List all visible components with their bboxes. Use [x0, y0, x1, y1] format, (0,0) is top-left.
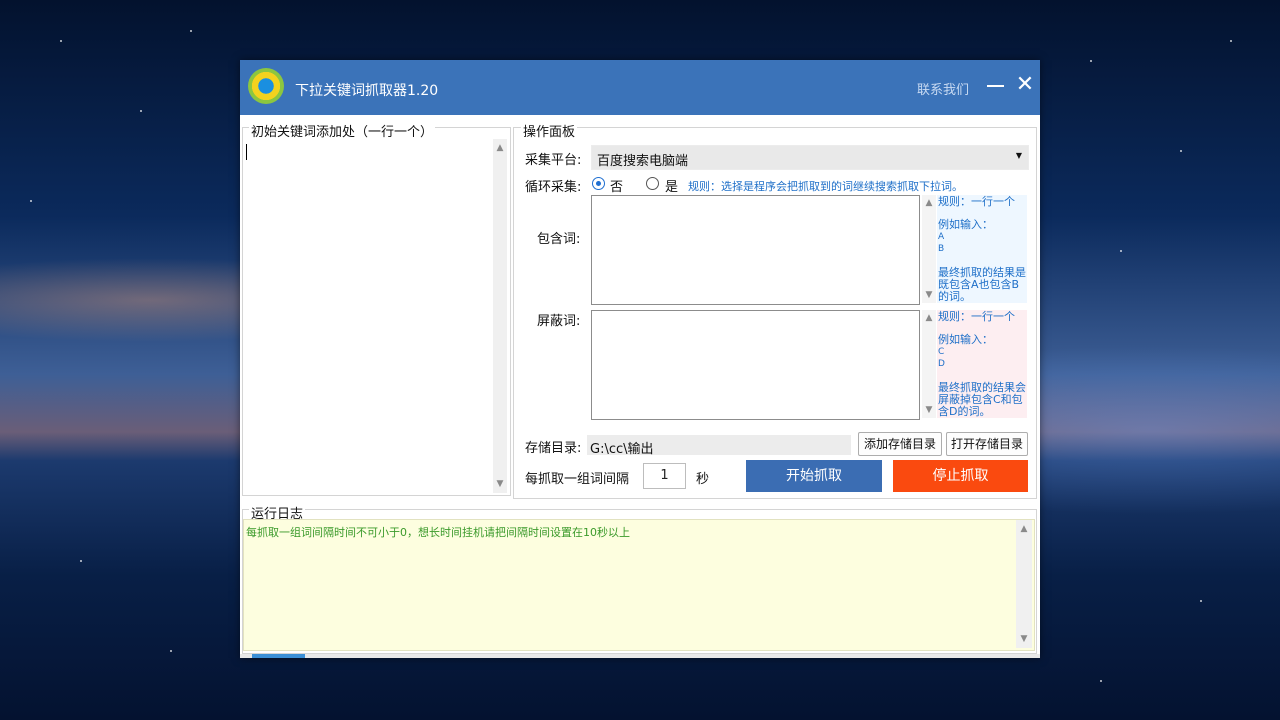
exclude-hint-rule: 规则：一行一个: [938, 310, 1015, 323]
close-icon: ✕: [1015, 72, 1035, 97]
status-strip: [240, 654, 1040, 658]
platform-select[interactable]: 百度搜索电脑端 ▼: [591, 145, 1029, 170]
scroll-down-icon[interactable]: ▼: [923, 405, 935, 415]
chevron-down-icon: ▼: [1015, 151, 1022, 160]
initial-keywords-input[interactable]: [244, 141, 499, 493]
scroll-up-icon[interactable]: ▲: [1018, 524, 1030, 534]
app-logo-icon: [248, 68, 284, 104]
exclude-hint-example-d: D: [938, 359, 945, 369]
exclude-hint-example-title: 例如输入：: [938, 333, 993, 346]
loop-no-label[interactable]: 否: [610, 176, 623, 195]
scroll-up-icon[interactable]: ▲: [923, 313, 935, 323]
log-line: 每抓取一组词间隔时间不可小于0，想长时间挂机请把间隔时间设置在10秒以上: [246, 526, 630, 539]
exclude-hint: 规则：一行一个 例如输入： C D 最终抓取的结果会屏蔽掉包含C和包含D的词。: [938, 311, 1026, 418]
platform-selected-value: 百度搜索电脑端: [597, 154, 689, 169]
include-hint-result: 最终抓取的结果是既包含A也包含B的词。: [938, 266, 1026, 303]
include-words-input[interactable]: [591, 195, 920, 305]
include-hint-example-b: B: [938, 244, 945, 254]
start-button[interactable]: 开始抓取: [746, 460, 882, 492]
window-title: 下拉关键词抓取器1.20: [295, 83, 439, 99]
loop-yes-radio[interactable]: [646, 177, 659, 190]
loop-rule-text: 规则：选择是程序会把抓取到的词继续搜索抓取下拉词。: [688, 180, 963, 193]
minimize-button[interactable]: [986, 74, 1006, 98]
star: [140, 110, 142, 112]
exclude-scrollbar[interactable]: ▲ ▼: [922, 310, 936, 418]
scroll-down-icon[interactable]: ▼: [923, 290, 935, 300]
log-scrollbar[interactable]: ▲ ▼: [1016, 520, 1032, 648]
storage-path-value: G:\cc\输出: [590, 442, 654, 457]
include-hint-rule: 规则：一行一个: [938, 195, 1015, 208]
scroll-down-icon[interactable]: ▼: [494, 479, 506, 489]
log-output: 每抓取一组词间隔时间不可小于0，想长时间挂机请把间隔时间设置在10秒以上 ▲ ▼: [243, 519, 1035, 651]
star: [170, 650, 172, 652]
include-label: 包含词:: [537, 232, 581, 247]
keyword-panel-title: 初始关键词添加处（一行一个）: [249, 121, 436, 140]
exclude-hint-example-c: C: [938, 347, 945, 357]
exclude-hint-result: 最终抓取的结果会屏蔽掉包含C和包含D的词。: [938, 381, 1026, 418]
keywords-scrollbar[interactable]: ▲ ▼: [493, 139, 507, 493]
close-button[interactable]: ✕: [1014, 73, 1036, 97]
star: [1100, 680, 1102, 682]
loop-no-radio[interactable]: [592, 177, 605, 190]
interval-label: 每抓取一组词间隔: [525, 472, 630, 487]
star: [1230, 40, 1232, 42]
app-window: 下拉关键词抓取器1.20 联系我们 ✕ 初始关键词添加处（一行一个） ▲ ▼ 操…: [240, 60, 1040, 658]
include-hint-example-a: A: [938, 232, 945, 242]
loop-yes-label[interactable]: 是: [665, 176, 678, 195]
storage-path-field: G:\cc\输出: [587, 435, 851, 457]
star: [190, 30, 192, 32]
interval-unit: 秒: [696, 472, 710, 487]
star: [30, 200, 32, 202]
star: [1200, 600, 1202, 602]
star: [60, 40, 62, 42]
star: [1090, 60, 1092, 62]
include-scrollbar[interactable]: ▲ ▼: [922, 195, 936, 303]
scroll-down-icon[interactable]: ▼: [1018, 634, 1030, 644]
operation-panel-title: 操作面板: [521, 121, 578, 140]
scroll-up-icon[interactable]: ▲: [923, 198, 935, 208]
star: [80, 560, 82, 562]
loop-label: 循环采集:: [525, 180, 582, 195]
exclude-words-input[interactable]: [591, 310, 920, 420]
include-hint-example-title: 例如输入：: [938, 218, 993, 231]
add-storage-dir-button[interactable]: 添加存储目录: [858, 432, 942, 456]
contact-us-link[interactable]: 联系我们: [917, 79, 969, 98]
text-caret: [246, 144, 247, 160]
star: [1120, 250, 1122, 252]
scroll-up-icon[interactable]: ▲: [494, 143, 506, 153]
platform-label: 采集平台:: [525, 153, 582, 168]
include-hint: 规则：一行一个 例如输入： A B 最终抓取的结果是既包含A也包含B的词。: [938, 196, 1026, 303]
exclude-label: 屏蔽词:: [537, 314, 581, 329]
title-bar[interactable]: 下拉关键词抓取器1.20 联系我们 ✕: [240, 60, 1040, 115]
stop-button[interactable]: 停止抓取: [893, 460, 1028, 492]
storage-label: 存储目录:: [525, 441, 582, 456]
interval-input[interactable]: 1: [643, 463, 686, 489]
open-storage-dir-button[interactable]: 打开存储目录: [946, 432, 1028, 456]
star: [1180, 150, 1182, 152]
